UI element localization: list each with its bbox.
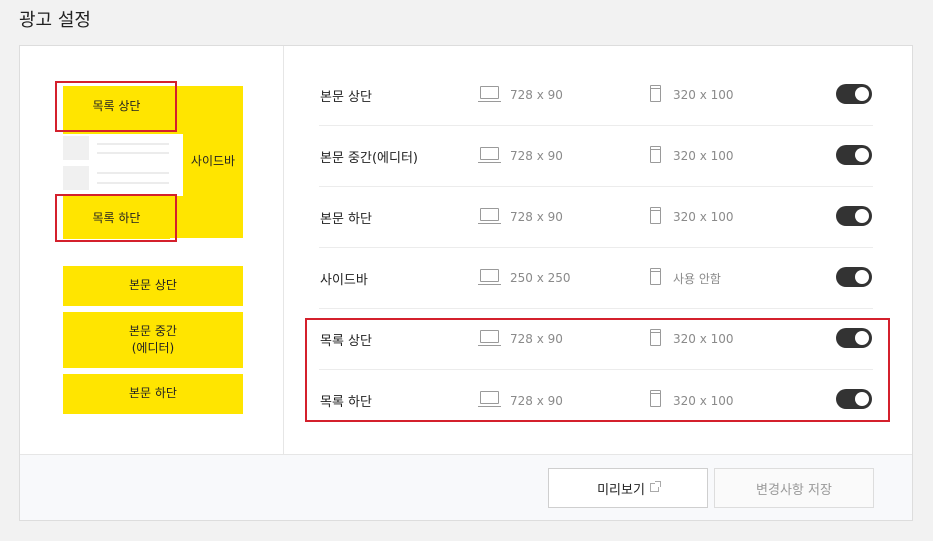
monitor-icon xyxy=(478,269,501,285)
setting-row-body-middle: 본문 중간(에디터) 728 x 90 320 x 100 xyxy=(319,126,873,187)
mobile-size: 320 x 100 xyxy=(673,149,734,163)
mobile-phone-icon xyxy=(650,85,661,102)
toggle-sidebar[interactable] xyxy=(836,267,872,287)
list-bottom-highlight xyxy=(55,194,177,242)
list-rows-highlight xyxy=(305,318,890,422)
preview-body-top-label: 본문 상단 xyxy=(129,278,177,293)
toggle-body-top[interactable] xyxy=(836,84,872,104)
monitor-icon xyxy=(478,147,501,163)
mobile-size: 320 x 100 xyxy=(673,88,734,102)
pc-size: 728 x 90 xyxy=(510,88,563,102)
setting-label: 본문 상단 xyxy=(320,89,372,105)
toggle-knob xyxy=(855,148,869,162)
preview-button[interactable]: 미리보기 xyxy=(548,468,708,508)
preview-sidebar-label: 사이드바 xyxy=(190,154,236,169)
preview-body-bottom: 본문 하단 xyxy=(63,374,243,414)
ad-placement-preview: 사이드바 목록 상단 목록 하단 본문 상단 본문 중간 (에디터) 본문 하단 xyxy=(20,46,284,454)
ad-placement-list: 본문 상단 728 x 90 320 x 100 본문 중간(에디터) 728 … xyxy=(285,46,912,454)
mobile-size: 사용 안함 xyxy=(673,271,721,286)
mobile-phone-icon xyxy=(650,207,661,224)
setting-row-body-bottom: 본문 하단 728 x 90 320 x 100 xyxy=(319,187,873,248)
preview-text-line xyxy=(97,152,169,154)
mobile-size: 320 x 100 xyxy=(673,210,734,224)
setting-label: 본문 중간(에디터) xyxy=(320,150,418,166)
pc-size: 250 x 250 xyxy=(510,271,571,285)
setting-label: 사이드바 xyxy=(320,272,368,288)
preview-body-middle: 본문 중간 (에디터) xyxy=(63,312,243,368)
preview-body-top: 본문 상단 xyxy=(63,266,243,306)
pc-size: 728 x 90 xyxy=(510,210,563,224)
external-link-icon xyxy=(649,480,661,492)
preview-thumb xyxy=(63,166,89,190)
setting-row-sidebar: 사이드바 250 x 250 사용 안함 xyxy=(319,248,873,309)
toggle-body-bottom[interactable] xyxy=(836,206,872,226)
mobile-phone-icon xyxy=(650,268,661,285)
save-button-label: 변경사항 저장 xyxy=(756,482,832,498)
pc-size: 728 x 90 xyxy=(510,149,563,163)
list-top-highlight xyxy=(55,81,177,132)
setting-label: 본문 하단 xyxy=(320,211,372,227)
save-changes-button[interactable]: 변경사항 저장 xyxy=(714,468,874,508)
preview-text-line xyxy=(97,182,169,184)
monitor-icon xyxy=(478,86,501,102)
preview-thumb xyxy=(63,136,89,160)
page-title: 광고 설정 xyxy=(19,10,91,31)
preview-sidebar: 사이드바 xyxy=(183,86,243,238)
toggle-knob xyxy=(855,87,869,101)
mobile-phone-icon xyxy=(650,146,661,163)
preview-button-label: 미리보기 xyxy=(597,482,645,498)
toggle-body-middle[interactable] xyxy=(836,145,872,165)
setting-row-body-top: 본문 상단 728 x 90 320 x 100 xyxy=(319,65,873,126)
toggle-knob xyxy=(855,209,869,223)
ad-settings-panel: 사이드바 목록 상단 목록 하단 본문 상단 본문 중간 (에디터) 본문 하단… xyxy=(19,45,913,521)
monitor-icon xyxy=(478,208,501,224)
panel-footer: 미리보기 변경사항 저장 xyxy=(20,454,912,520)
preview-text-line xyxy=(97,143,169,145)
toggle-knob xyxy=(855,270,869,284)
preview-body-bottom-label: 본문 하단 xyxy=(129,386,177,401)
preview-text-line xyxy=(97,172,169,174)
preview-body-middle-label: 본문 중간 (에디터) xyxy=(129,323,177,355)
